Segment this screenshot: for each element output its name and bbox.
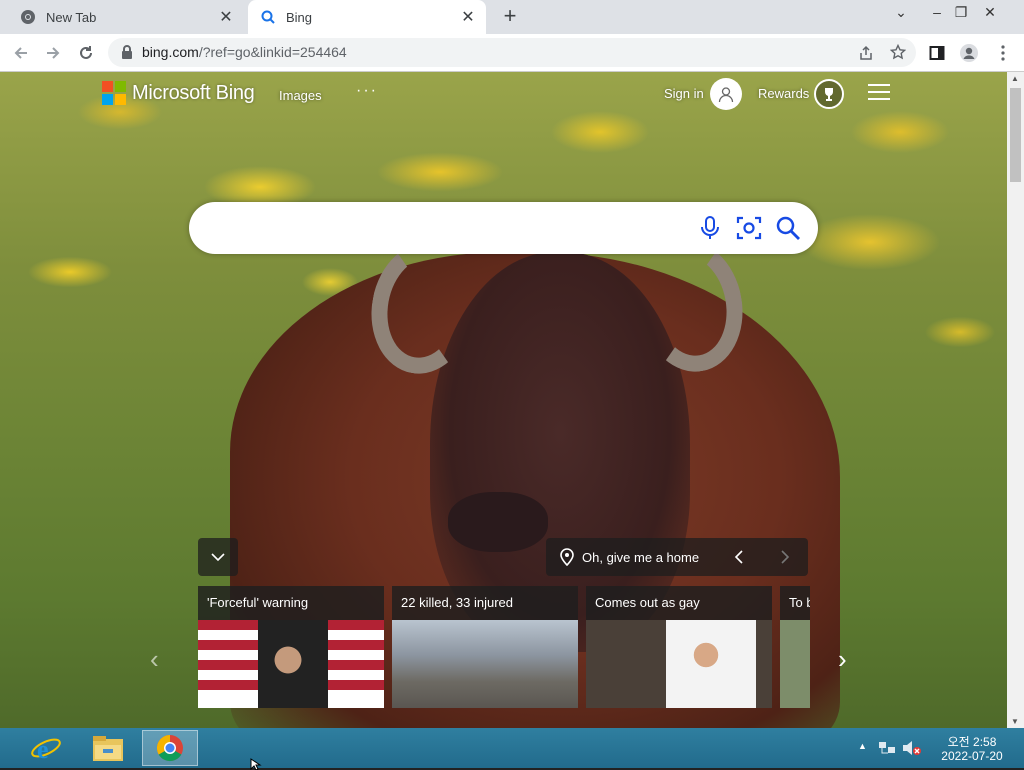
news-thumbnail [198,620,384,708]
reload-icon [80,46,92,59]
show-hidden-icons-arrow-icon[interactable]: ▲ [858,741,867,751]
url-host: bing.com [142,44,199,60]
search-icon[interactable] [775,215,801,241]
visual-search-icon[interactable] [736,215,762,241]
chevron-right-icon [781,550,790,564]
windows-taskbar: e ▲ 오전 2:58 2022-07-20 [0,728,1024,768]
sign-in-link[interactable]: Sign in [664,86,704,101]
image-location-button[interactable]: Oh, give me a home [546,538,716,576]
side-panel-icon [929,46,945,60]
news-card[interactable]: Comes out as gay [586,586,772,710]
internet-explorer-icon: e [31,735,61,764]
news-card[interactable]: To b [780,586,810,710]
forward-arrow-icon [47,47,60,59]
logo-red-square [102,81,113,92]
rewards-trophy-icon[interactable] [814,79,844,109]
tab-search-chevron-icon[interactable]: ⌄ [884,0,918,28]
scroll-up-arrow-icon[interactable]: ▲ [1011,74,1019,83]
bing-logo[interactable]: Microsoft Bing [102,81,255,105]
carousel-next-arrow-icon[interactable]: › [838,644,847,675]
volume-muted-icon[interactable] [902,740,922,756]
next-image-button[interactable] [762,538,808,576]
microsoft-logo-icon [102,81,126,105]
profile-button[interactable] [956,40,982,66]
logo-blue-square [102,94,113,105]
search-input[interactable] [213,214,697,244]
url-path: /?ref=go&linkid=254464 [198,44,347,60]
image-location-label: Oh, give me a home [582,549,700,565]
carousel-prev-arrow-icon[interactable]: ‹ [150,644,159,675]
browser-menu-button[interactable] [990,40,1016,66]
bing-logo-text: Microsoft Bing [132,81,255,104]
news-headline: 'Forceful' warning [198,586,384,620]
news-headline: To b [780,586,810,620]
chevron-down-icon [211,553,225,562]
share-icon[interactable] [858,45,874,61]
news-thumbnail [392,620,578,708]
rewards-link[interactable]: Rewards [758,86,809,101]
address-bar[interactable]: bing.com/?ref=go&linkid=254464 [108,38,916,67]
bing-homepage: Microsoft Bing Images ··· Sign in Reward… [0,72,1007,728]
svg-text:e: e [37,735,49,764]
chrome-icon [21,10,35,24]
bison-muzzle [448,492,548,552]
hamburger-menu-icon[interactable] [868,84,890,105]
chrome-taskbar-button[interactable] [142,730,198,766]
news-headline: Comes out as gay [586,586,772,620]
url-text[interactable]: bing.com/?ref=go&linkid=254464 [142,44,347,60]
tab-title: Bing [286,9,313,25]
close-window-button[interactable]: ✕ [968,0,1012,28]
side-panel-button[interactable] [924,40,950,66]
news-card[interactable]: 22 killed, 33 injured [392,586,578,710]
news-thumbnail [780,620,810,708]
scroll-down-arrow-icon[interactable]: ▼ [1011,717,1019,726]
browser-toolbar: bing.com/?ref=go&linkid=254464 [0,34,1024,72]
search-box [189,202,818,254]
back-arrow-icon [14,47,27,59]
location-pin-icon [560,548,574,566]
close-tab-icon[interactable]: ✕ [458,7,478,27]
close-tab-icon[interactable]: ✕ [216,7,236,27]
chevron-left-icon [734,550,743,564]
clock-time[interactable]: 오전 2:58 [930,733,1014,750]
network-icon[interactable] [878,740,896,756]
page-scrollbar[interactable]: ▲ ▼ [1007,72,1024,728]
new-tab-button[interactable]: + [498,4,522,28]
previous-image-button[interactable] [716,538,762,576]
scrollbar-thumb[interactable] [1010,88,1021,182]
mouse-cursor-icon [250,758,262,770]
microphone-icon[interactable] [699,215,721,241]
back-button[interactable] [8,40,34,66]
profile-avatar-icon [960,44,978,62]
user-avatar-icon[interactable] [710,78,742,110]
file-explorer-taskbar-button[interactable] [80,730,136,766]
logo-yellow-square [115,94,126,105]
news-card[interactable]: 'Forceful' warning [198,586,384,710]
news-thumbnail [586,620,772,708]
tab-new-tab[interactable]: New Tab ✕ [8,0,244,34]
kebab-menu-icon [1001,45,1005,61]
tab-title: New Tab [46,9,97,25]
news-headline: 22 killed, 33 injured [392,586,578,620]
clock-date[interactable]: 2022-07-20 [930,749,1014,763]
logo-green-square [115,81,126,92]
forward-button[interactable] [40,40,66,66]
reload-button[interactable] [73,40,99,66]
nav-images-link[interactable]: Images [279,88,322,103]
bookmark-star-icon[interactable] [890,44,906,60]
tab-bing[interactable]: Bing ✕ [248,0,486,34]
lock-icon[interactable] [120,44,134,60]
tab-strip: New Tab ✕ Bing ✕ + ⌄ – ❐ ✕ [0,0,1024,34]
internet-explorer-taskbar-button[interactable]: e [18,730,74,766]
collapse-carousel-button[interactable] [198,538,238,576]
chrome-icon [156,734,183,762]
file-explorer-icon [93,736,123,761]
bing-search-icon [261,10,275,24]
nav-more-dots[interactable]: ··· [356,82,378,100]
